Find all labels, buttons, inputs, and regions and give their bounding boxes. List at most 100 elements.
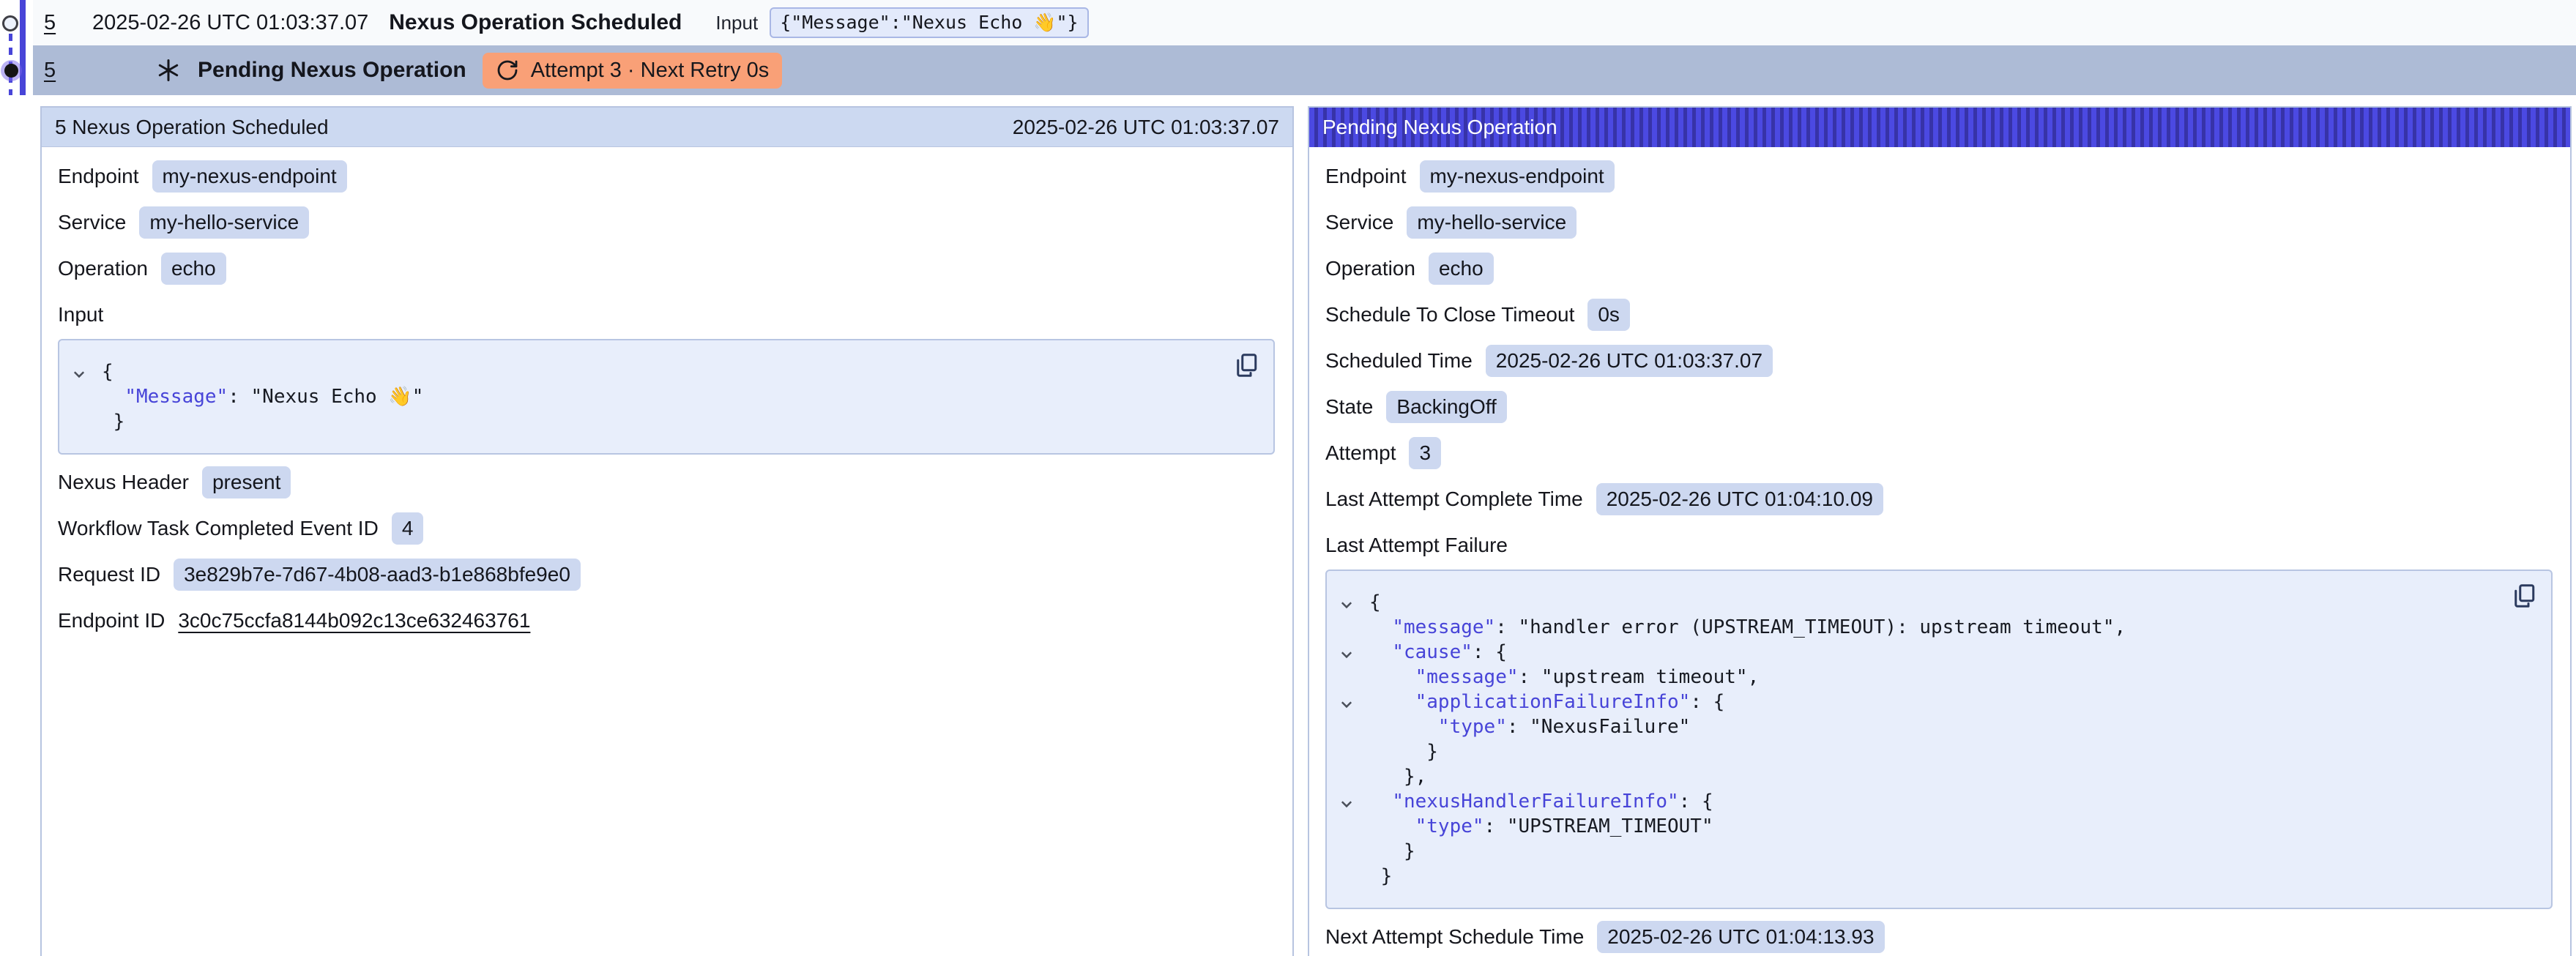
field-label: Last Attempt Failure [1325,534,1508,557]
open-circle-icon [2,15,18,31]
event-timestamp: 2025-02-26 UTC 01:03:37.07 [92,11,368,35]
field-list: Endpoint my-nexus-endpoint Service my-hello… [58,153,1275,291]
json-line: } [1327,839,2500,864]
json-line: } [59,409,1222,434]
detail-field: Workflow Task Completed Event ID4 [58,505,1275,551]
field-label: Endpoint [58,165,139,188]
field-value-badge: my-nexus-endpoint [1420,160,1615,193]
panel-pending-nexus-operation: Pending Nexus Operation Endpoint my-nexus… [1308,106,2572,956]
event-row-pending-nexus-operation[interactable]: 5 Pending Nexus Operation Attempt 3 · Ne… [33,45,2576,95]
retry-status-badge: Attempt 3 · Next Retry 0s [483,53,783,89]
copy-icon[interactable] [2510,583,2538,610]
field-label: State [1325,395,1373,419]
field-label: Service [58,211,126,234]
json-line: "message": "handler error (UPSTREAM_TIME… [1327,615,2500,640]
input-json-card: { "Message": "Nexus Echo 👋" } [58,339,1275,455]
field-label: Attempt [1325,441,1396,465]
field-value-badge: my-hello-service [139,206,309,239]
json-line: } [1327,864,2500,889]
detail-field: Schedule To Close Timeout 0s [1325,291,2553,337]
event-id-link[interactable]: 5 [44,59,73,83]
panel-nexus-operation-scheduled: 5 Nexus Operation Scheduled 2025-02-26 U… [40,106,1294,956]
retry-status-text: Attempt 3 · Next Retry 0s [531,59,770,83]
event-title: Nexus Operation Scheduled [389,10,682,35]
event-title: Pending Nexus Operation [198,58,466,83]
copy-icon[interactable] [1232,352,1260,380]
event-row-nexus-operation-scheduled[interactable]: 5 2025-02-26 UTC 01:03:37.07 Nexus Opera… [33,0,2576,45]
panel-header-scheduled: 5 Nexus Operation Scheduled 2025-02-26 U… [42,108,1292,147]
json-line: "type": "UPSTREAM_TIMEOUT" [1327,814,2500,839]
field-list: Endpoint my-nexus-endpoint Service my-hello… [1325,153,2553,522]
field-label: Nexus Header [58,471,189,494]
detail-field: Attempt 3 [1325,430,2553,476]
field-value-badge: 3 [1409,437,1441,469]
field-label: Endpoint [1325,165,1407,188]
field-value-badge: 0s [1587,299,1630,331]
json-lines: { "message": "handler error (UPSTREAM_TI… [1327,590,2500,889]
detail-field: Service my-hello-service [1325,199,2553,245]
field-value-badge: present [202,466,291,498]
field-value-badge: my-nexus-endpoint [152,160,347,193]
panel-timestamp: 2025-02-26 UTC 01:03:37.07 [1013,116,1279,139]
retry-arrow-icon [496,59,519,82]
detail-field: State BackingOff [1325,384,2553,430]
detail-field: Endpoint my-nexus-endpoint [58,153,1275,199]
panel-header-pending: Pending Nexus Operation [1309,108,2570,147]
detail-field: Nexus Header present [58,459,1275,505]
detail-field: Request ID 3e829b7e-7d67-4b08-aad3-b1e868… [58,551,1275,597]
event-id-link[interactable]: 5 [44,11,73,35]
json-line: { [59,359,1222,384]
field-value-badge: echo [161,253,226,285]
field-label: Workflow Task Completed Event ID [58,517,379,540]
json-line: "message": "upstream timeout", [1327,665,2500,690]
field-label: Schedule To Close Timeout [1325,303,1574,326]
field-value-link[interactable]: 3c0c75ccfa8144b092c13ce632463761 [178,609,530,632]
workflow-event-history-view: 5 2025-02-26 UTC 01:03:37.07 Nexus Opera… [0,0,2576,956]
field-label: Operation [58,257,148,280]
asterisk-icon [155,57,182,83]
field-value-badge: echo [1429,253,1494,285]
filled-circle-icon [4,64,18,78]
event-detail-key: Input [715,12,758,34]
field-value-badge: 3e829b7e-7d67-4b08-aad3-b1e868bfe9e0 [174,559,581,591]
detail-field: Next Attempt Schedule Time2025-02-26 UTC… [1325,914,2553,956]
detail-field: Scheduled Time 2025-02-26 UTC 01:03:37.07 [1325,337,2553,384]
detail-field: Operation echo [58,245,1275,291]
json-line: "cause": { [1327,640,2500,665]
event-input-preview-badge: {"Message":"Nexus Echo 👋"} [770,7,1088,38]
field-label: Last Attempt Complete Time [1325,488,1583,511]
json-line: }, [1327,764,2500,789]
json-lines: { "Message": "Nexus Echo 👋" } [59,359,1222,434]
field-value-badge: 2025-02-26 UTC 01:04:13.93 [1597,921,1884,953]
detail-field: Endpoint my-nexus-endpoint [1325,153,2553,199]
chevron-down-icon[interactable] [71,364,87,380]
detail-field-last-attempt-failure: Last Attempt Failure [1325,522,2553,568]
field-label: Request ID [58,563,160,586]
detail-field-input: Input [58,291,1275,337]
panel-title: Pending Nexus Operation [1322,116,1557,139]
field-label: Scheduled Time [1325,349,1473,373]
json-line: "nexusHandlerFailureInfo": { [1327,789,2500,814]
field-value-badge: 2025-02-26 UTC 01:03:37.07 [1486,345,1773,377]
panel-title: 5 Nexus Operation Scheduled [55,116,329,139]
detail-field: Operationecho [1325,245,2553,291]
json-line: "type": "NexusFailure" [1327,714,2500,739]
chevron-down-icon[interactable] [1339,644,1355,660]
field-list: Next Attempt Schedule Time2025-02-26 UTC… [1325,914,2553,956]
field-value-badge: my-hello-service [1407,206,1577,239]
chevron-down-icon[interactable] [1339,694,1355,710]
json-line: "Message": "Nexus Echo 👋" [59,384,1222,409]
detail-field: Last Attempt Complete Time2025-02-26 UTC… [1325,476,2553,522]
chevron-down-icon[interactable] [1339,793,1355,810]
json-line: { [1327,590,2500,615]
json-line: } [1327,739,2500,764]
field-list: Nexus Header present Workflow Task Complet… [58,459,1275,643]
chevron-down-icon[interactable] [1339,594,1355,610]
detail-field: Service my-hello-service [58,199,1275,245]
json-line: "applicationFailureInfo": { [1327,690,2500,714]
field-label: Endpoint ID [58,609,165,632]
failure-json-card: { "message": "handler error (UPSTREAM_TI… [1325,570,2553,909]
field-label: Service [1325,211,1393,234]
field-value-badge: BackingOff [1386,391,1506,423]
timeline-accent-bar [20,0,26,95]
